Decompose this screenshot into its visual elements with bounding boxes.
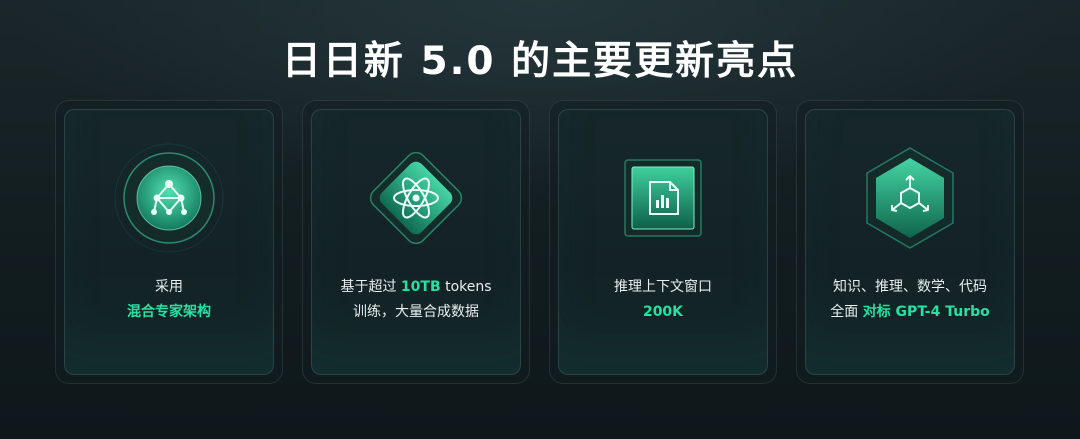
card-text: 基于超过 10TB tokens 训练，大量合成数据 [312,275,520,325]
card-line-2: 训练，大量合成数据 [353,304,479,320]
page: 日日新 5.0 的主要更新亮点 采用 混合专家架构 基于超过 10TB toke… [0,0,1080,439]
card-line: 推理上下文窗口 [614,279,712,295]
card-text-pre: 基于超过 [340,279,401,295]
card-line: 知识、推理、数学、代码 [833,279,987,295]
card-inner: 基于超过 10TB tokens 训练，大量合成数据 [311,109,521,375]
card-text-pre: 全面 [830,304,863,320]
card-inner: 知识、推理、数学、代码 全面 对标 GPT-4 Turbo [805,109,1015,375]
card-highlight: 10TB [400,279,441,295]
card-text: 采用 混合专家架构 [65,275,273,325]
feature-card-context: 推理上下文窗口 200K [549,100,777,384]
card-line: 采用 [155,279,183,295]
document-chart-icon [559,138,767,258]
feature-card-benchmark: 知识、推理、数学、代码 全面 对标 GPT-4 Turbo [796,100,1024,384]
card-text: 推理上下文窗口 200K [559,275,767,325]
card-text-post: tokens [440,279,492,295]
card-text: 知识、推理、数学、代码 全面 对标 GPT-4 Turbo [806,275,1014,325]
cube-arrows-icon [806,138,1014,258]
card-inner: 采用 混合专家架构 [64,109,274,375]
card-highlight: 对标 GPT-4 Turbo [862,304,990,320]
card-line-1: 基于超过 10TB tokens [312,275,520,300]
page-title: 日日新 5.0 的主要更新亮点 [281,39,799,84]
feature-card-training: 基于超过 10TB tokens 训练，大量合成数据 [302,100,530,384]
feature-card-moe: 采用 混合专家架构 [55,100,283,384]
card-line-2: 全面 对标 GPT-4 Turbo [806,300,1014,325]
card-highlight: 200K [642,304,684,320]
card-inner: 推理上下文窗口 200K [558,109,768,375]
card-highlight: 混合专家架构 [127,304,211,320]
atom-icon [312,138,520,258]
network-nodes-icon [65,138,273,258]
